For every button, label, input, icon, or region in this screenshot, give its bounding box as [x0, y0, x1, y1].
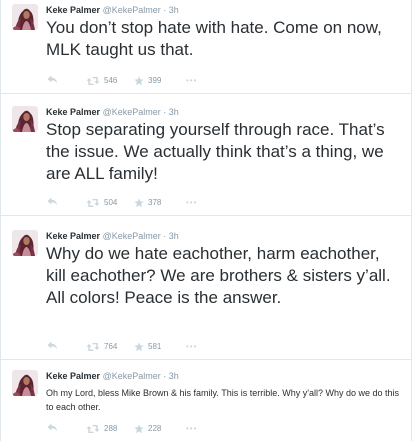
avatar[interactable] — [12, 370, 38, 396]
more-button[interactable]: ••• — [186, 74, 197, 88]
favorite-button[interactable]: 399 — [134, 74, 161, 88]
avatar[interactable] — [12, 4, 38, 30]
retweet-icon — [86, 199, 100, 207]
reply-button[interactable] — [46, 422, 58, 432]
more-button[interactable]: ••• — [186, 196, 197, 210]
tweet-4[interactable]: Keke Palmer @KekePalmer · 3h Oh my Lord,… — [1, 366, 411, 441]
more-icon: ••• — [186, 424, 198, 433]
favorite-button[interactable]: 581 — [134, 340, 161, 354]
author-handle[interactable]: @KekePalmer — [103, 371, 161, 381]
timestamp[interactable]: 3h — [169, 107, 179, 117]
more-icon: ••• — [186, 76, 198, 85]
avatar[interactable] — [12, 106, 38, 132]
tweet-1[interactable]: Keke Palmer @KekePalmer · 3h You don’t s… — [1, 0, 411, 94]
star-icon — [134, 198, 144, 208]
reply-icon — [47, 341, 57, 349]
author-handle[interactable]: @KekePalmer — [103, 107, 161, 117]
timestamp[interactable]: 3h — [169, 5, 179, 15]
separator-dot: · — [163, 371, 167, 381]
author-name[interactable]: Keke Palmer — [46, 231, 100, 241]
separator-dot: · — [163, 5, 167, 15]
tweet-header: Keke Palmer @KekePalmer · 3h — [46, 370, 179, 382]
author-name[interactable]: Keke Palmer — [46, 371, 100, 381]
reply-button[interactable] — [46, 74, 58, 84]
author-name[interactable]: Keke Palmer — [46, 107, 100, 117]
reply-icon — [47, 423, 57, 431]
tweet-text: Why do we hate eachother, harm eachother… — [46, 244, 391, 307]
avatar-photo — [12, 4, 38, 30]
retweet-button[interactable]: 764 — [86, 340, 117, 354]
timestamp[interactable]: 3h — [169, 371, 179, 381]
tweet-header: Keke Palmer @KekePalmer · 3h — [46, 106, 179, 118]
more-button[interactable]: ••• — [186, 340, 197, 354]
star-icon — [134, 76, 144, 86]
separator-dot: · — [163, 107, 167, 117]
avatar-photo — [12, 106, 38, 132]
tweet-header: Keke Palmer @KekePalmer · 3h — [46, 230, 179, 242]
more-icon: ••• — [186, 342, 198, 351]
tweet-text: Stop separating yourself through race. T… — [46, 120, 385, 183]
retweet-count: 546 — [104, 76, 118, 85]
retweet-icon — [86, 343, 100, 351]
retweet-count: 288 — [104, 424, 118, 433]
reply-icon — [47, 75, 57, 83]
favorite-count: 399 — [148, 76, 162, 85]
reply-button[interactable] — [46, 196, 58, 206]
retweet-count: 504 — [104, 198, 118, 207]
tweet-text: You don’t stop hate with hate. Come on n… — [46, 18, 382, 59]
reply-icon — [47, 197, 57, 205]
favorite-count: 378 — [148, 198, 162, 207]
tweet-3[interactable]: Keke Palmer @KekePalmer · 3h Why do we h… — [1, 226, 411, 360]
retweet-count: 764 — [104, 342, 118, 351]
reply-button[interactable] — [46, 340, 58, 350]
favorite-button[interactable]: 378 — [134, 196, 161, 210]
favorite-count: 581 — [148, 342, 162, 351]
avatar-photo — [12, 370, 38, 396]
author-handle[interactable]: @KekePalmer — [103, 5, 161, 15]
tweet-header: Keke Palmer @KekePalmer · 3h — [46, 4, 179, 16]
star-icon — [134, 342, 144, 352]
timestamp[interactable]: 3h — [169, 231, 179, 241]
tweet-timeline: Keke Palmer @KekePalmer · 3h You don’t s… — [0, 0, 412, 441]
star-icon — [134, 424, 144, 434]
author-handle[interactable]: @KekePalmer — [103, 231, 161, 241]
avatar[interactable] — [12, 230, 38, 256]
tweet-2[interactable]: Keke Palmer @KekePalmer · 3h Stop separa… — [1, 102, 411, 216]
author-name[interactable]: Keke Palmer — [46, 5, 100, 15]
favorite-count: 228 — [148, 424, 162, 433]
retweet-button[interactable]: 288 — [86, 422, 117, 436]
more-button[interactable]: ••• — [186, 422, 197, 436]
retweet-button[interactable]: 504 — [86, 196, 117, 210]
retweet-icon — [86, 77, 100, 85]
avatar-photo — [12, 230, 38, 256]
favorite-button[interactable]: 228 — [134, 422, 161, 436]
tweet-text: Oh my Lord, bless Mike Brown & his famil… — [46, 388, 399, 412]
retweet-button[interactable]: 546 — [86, 74, 117, 88]
more-icon: ••• — [186, 198, 198, 207]
retweet-icon — [86, 425, 100, 433]
separator-dot: · — [163, 231, 167, 241]
